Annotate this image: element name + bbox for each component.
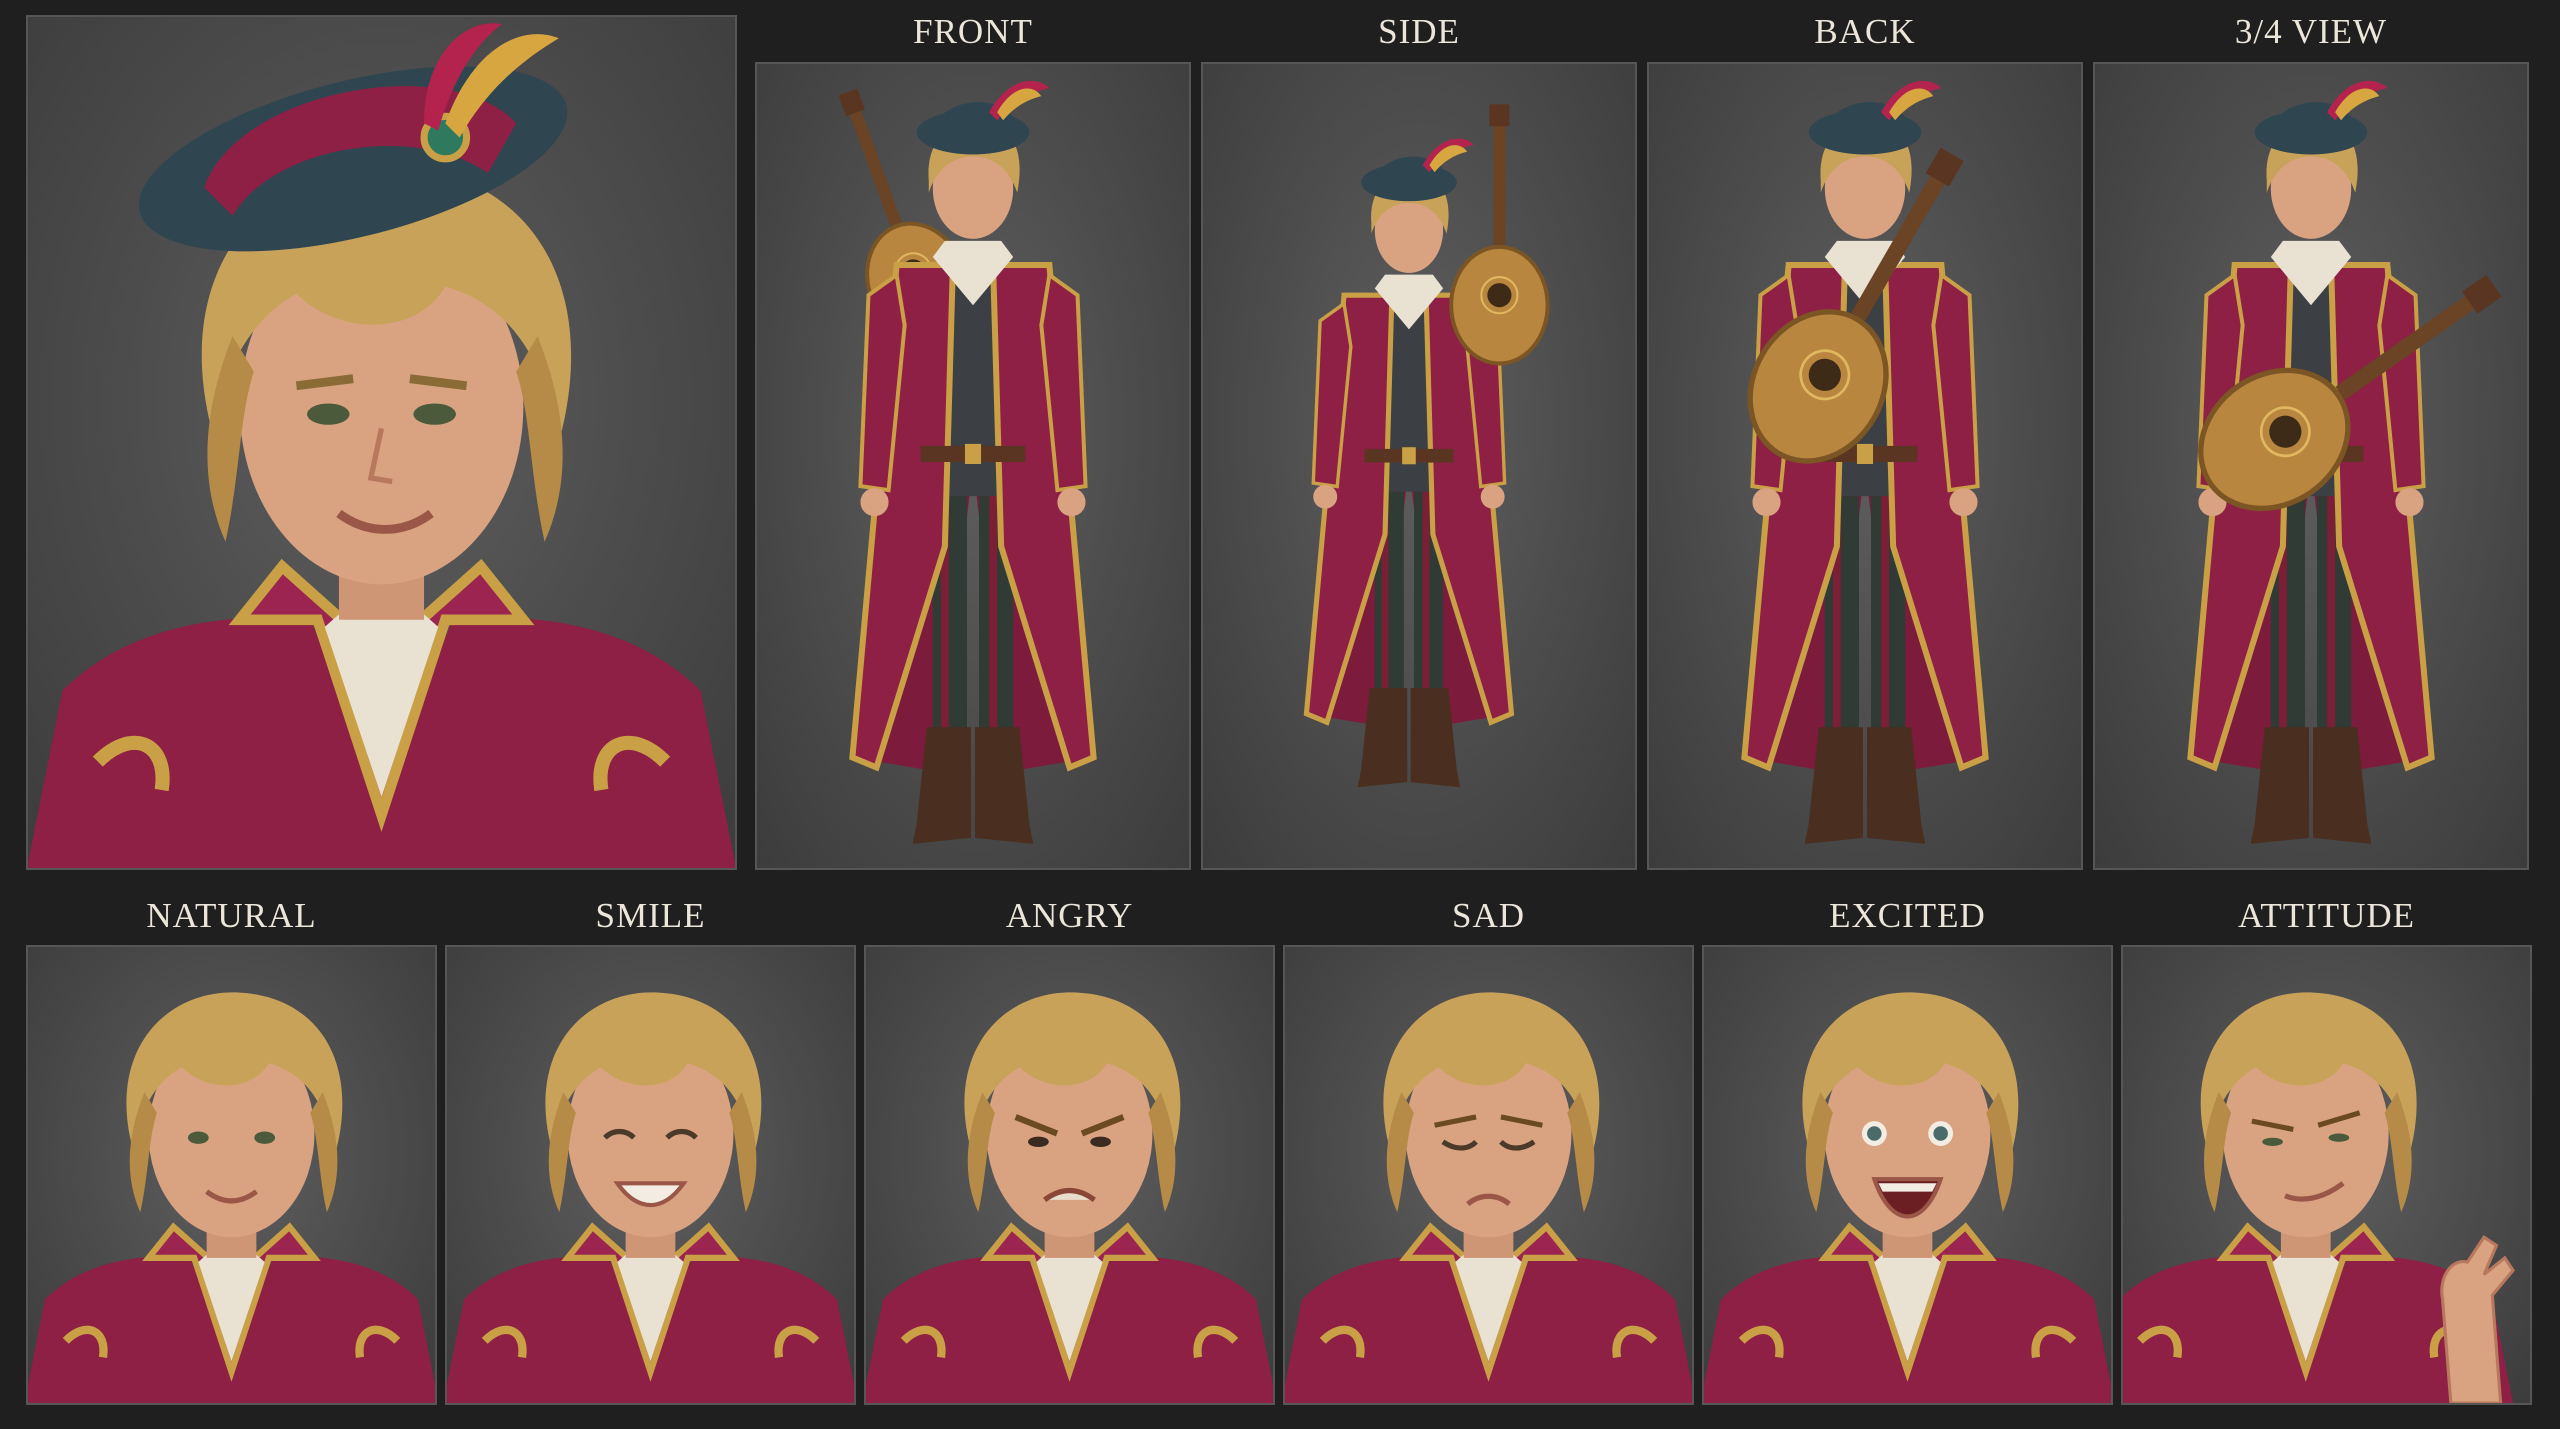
expression-panel-attitude[interactable] xyxy=(2121,945,2532,1405)
expression-label-natural: NATURAL xyxy=(146,896,317,935)
expression-panel-angry[interactable] xyxy=(864,945,1275,1405)
three-quarter-view-figure xyxy=(2095,64,2527,868)
expression-angry-face xyxy=(866,947,1273,1403)
view-label-side: SIDE xyxy=(1378,12,1460,51)
portrait-closeup-illustration xyxy=(28,23,735,868)
expression-excited-face xyxy=(1704,947,2111,1403)
expression-label-attitude: ATTITUDE xyxy=(2237,896,2416,935)
view-panel-three-quarter[interactable] xyxy=(2093,62,2529,870)
side-view-figure xyxy=(1203,64,1635,868)
expression-panel-natural[interactable] xyxy=(26,945,437,1405)
expression-panel-excited[interactable] xyxy=(1702,945,2113,1405)
expression-label-excited: EXCITED xyxy=(1829,896,1986,935)
view-label-front: FRONT xyxy=(913,12,1033,51)
expression-natural-face xyxy=(28,947,435,1403)
expression-label-sad: SAD xyxy=(1451,896,1526,935)
view-label-three-quarter: 3/4 VIEW xyxy=(2234,12,2388,51)
expression-attitude-face xyxy=(2123,947,2515,1403)
view-panel-side[interactable] xyxy=(1201,62,1637,870)
back-view-figure xyxy=(1649,64,2081,868)
expression-label-angry: ANGRY xyxy=(1005,896,1134,935)
expression-smile-face xyxy=(447,947,854,1403)
view-panel-front[interactable] xyxy=(755,62,1191,870)
view-label-back: BACK xyxy=(1814,12,1916,51)
expression-panel-smile[interactable] xyxy=(445,945,856,1405)
expression-sad-face xyxy=(1285,947,1692,1403)
front-view-figure xyxy=(757,64,1189,868)
expression-panel-sad[interactable] xyxy=(1283,945,1694,1405)
expression-label-smile: SMILE xyxy=(595,896,706,935)
view-panel-back[interactable] xyxy=(1647,62,2083,870)
portrait-closeup-panel[interactable] xyxy=(26,15,737,870)
